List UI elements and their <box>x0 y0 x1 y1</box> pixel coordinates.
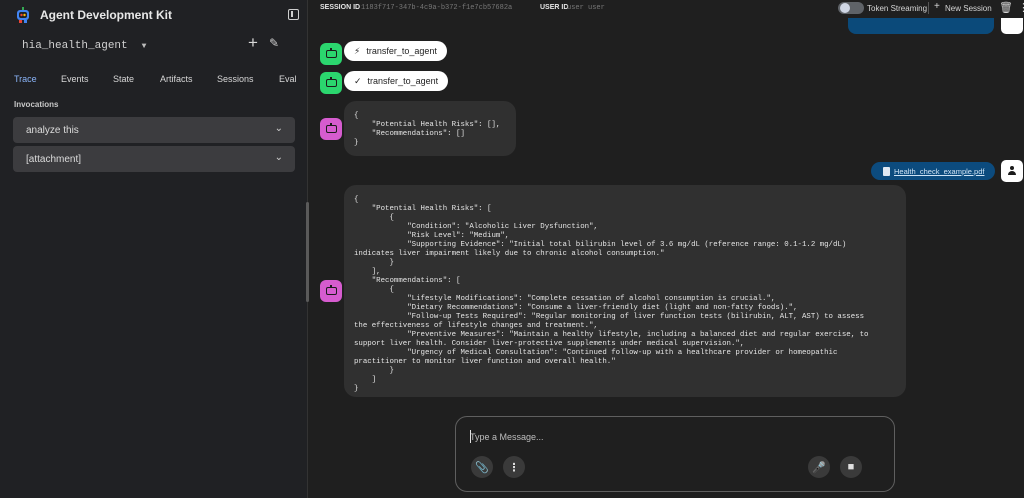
new-session-button[interactable]: New Session <box>945 4 992 13</box>
function-response-label: transfer_to_agent <box>367 76 439 86</box>
add-icon[interactable]: + <box>246 34 260 52</box>
attachment-link[interactable]: Health_check_example.pdf <box>871 162 995 180</box>
function-call-label: transfer_to_agent <box>366 46 437 56</box>
app-title: Agent Development Kit <box>40 8 173 22</box>
person-icon <box>1007 166 1017 176</box>
robot-icon <box>325 285 337 297</box>
invocation-item[interactable]: [attachment] ⌄ <box>13 146 295 172</box>
agent-selector[interactable]: hia_health_agent ▼ <box>12 36 146 56</box>
token-streaming-label: Token Streaming <box>867 4 928 13</box>
robot-icon <box>325 77 337 89</box>
video-camera-icon[interactable]: ■ <box>840 456 862 478</box>
tab-state[interactable]: State <box>113 74 134 84</box>
tab-artifacts[interactable]: Artifacts <box>160 74 193 84</box>
agent-name: hia_health_agent <box>22 40 128 52</box>
more-vert-icon[interactable]: ⋮ <box>1018 2 1024 15</box>
session-id-label: SESSION ID <box>320 4 361 11</box>
new-session-plus-icon[interactable]: + <box>934 1 940 12</box>
panel-resize-handle[interactable] <box>306 202 309 302</box>
agent-response-bubble: { "Potential Health Risks": [], "Recomme… <box>344 101 516 156</box>
tab-trace[interactable]: Trace <box>14 74 37 84</box>
message-composer: 📎 ⋮ 🎤 ■ <box>455 416 895 492</box>
robot-icon <box>325 48 337 60</box>
user-id-value: user user <box>567 4 605 12</box>
session-topbar: SESSION ID 1183f717-347b-4c9a-b372-f1e7c… <box>309 0 1024 18</box>
tab-sessions[interactable]: Sessions <box>217 74 254 84</box>
attachment-filename: Health_check_example.pdf <box>894 166 985 176</box>
sidebar: Agent Development Kit hia_health_agent ▼… <box>0 0 308 498</box>
agent-avatar <box>320 118 342 140</box>
chevron-down-icon: ⌄ <box>274 123 283 134</box>
sidebar-tabs: Trace Events State Artifacts Sessions Ev… <box>0 70 308 90</box>
attach-file-icon[interactable]: 📎 <box>471 456 493 478</box>
previous-user-message <box>848 18 994 34</box>
tab-eval[interactable]: Eval <box>279 74 297 84</box>
user-avatar <box>1001 18 1023 34</box>
document-icon <box>883 166 890 176</box>
microphone-icon[interactable]: 🎤 <box>808 456 830 478</box>
invocation-label: [attachment] <box>26 153 82 165</box>
user-avatar <box>1001 160 1023 182</box>
invocation-label: analyze this <box>26 124 79 136</box>
more-options-icon[interactable]: ⋮ <box>503 456 525 478</box>
bolt-icon: ⚡ <box>354 45 361 56</box>
edit-icon[interactable]: ✎ <box>267 35 281 51</box>
trash-icon[interactable]: 🗑 <box>999 2 1013 15</box>
user-id-label: USER ID <box>540 4 569 11</box>
tab-events[interactable]: Events <box>61 74 89 84</box>
brand: Agent Development Kit <box>16 6 172 24</box>
invocation-item[interactable]: analyze this ⌄ <box>13 117 295 143</box>
agent-avatar <box>320 72 342 94</box>
adk-logo-icon <box>17 7 29 23</box>
agent-response-bubble: { "Potential Health Risks": [ { "Conditi… <box>344 185 906 397</box>
function-response-pill[interactable]: ✓ transfer_to_agent <box>344 71 449 91</box>
invocations-heading: Invocations <box>14 100 59 109</box>
dropdown-caret-icon: ▼ <box>141 41 147 51</box>
agent-avatar <box>320 280 342 302</box>
token-streaming-toggle[interactable] <box>838 2 864 14</box>
chevron-down-icon: ⌄ <box>274 152 283 163</box>
agent-avatar <box>320 43 342 65</box>
robot-icon <box>325 123 337 135</box>
check-icon: ✓ <box>354 75 362 86</box>
function-call-pill[interactable]: ⚡ transfer_to_agent <box>344 41 447 61</box>
text-cursor <box>470 430 471 443</box>
message-input[interactable] <box>470 429 850 445</box>
session-id-value: 1183f717-347b-4c9a-b372-f1e7cb57682a <box>361 4 513 12</box>
divider <box>928 2 929 14</box>
collapse-sidebar-icon[interactable] <box>288 9 299 20</box>
